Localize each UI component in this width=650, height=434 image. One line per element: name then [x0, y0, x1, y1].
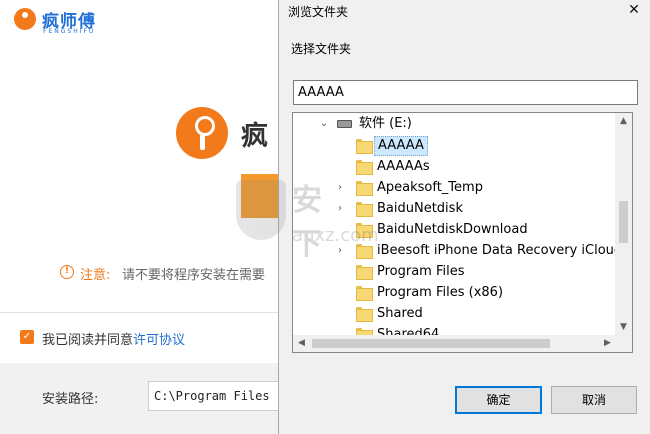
- brand-logo-icon: [14, 8, 36, 30]
- dialog-instruction: 选择文件夹: [291, 42, 352, 56]
- install-path-input[interactable]: C:\Program Files (x86): [148, 381, 279, 411]
- folder-icon: [356, 139, 373, 154]
- drive-icon: [337, 120, 352, 128]
- tree-drive-label: 软件 (E:): [359, 116, 412, 131]
- cancel-button[interactable]: 取消: [551, 386, 637, 414]
- folder-name-input[interactable]: AAAAA: [293, 80, 638, 105]
- tree-item-label: iBeesoft iPhone Data Recovery iCloud Ba: [377, 243, 633, 258]
- warning-label: 注意:: [80, 268, 111, 283]
- tree-item-label: AAAAAs: [377, 159, 430, 174]
- dialog-title: 浏览文件夹: [288, 5, 349, 19]
- ok-button[interactable]: 确定: [455, 386, 542, 414]
- tree-item-label: Shared: [377, 306, 423, 321]
- license-agreement-link[interactable]: 许可协议: [133, 333, 185, 348]
- folder-icon: [356, 202, 373, 217]
- scroll-down-icon[interactable]: ▼: [615, 319, 632, 336]
- folder-icon: [356, 265, 373, 280]
- tree-item-label: AAAAA: [374, 136, 428, 156]
- tree-item-label: Program Files (x86): [377, 285, 504, 300]
- watermark-shield-icon: [236, 180, 286, 240]
- warning-text: 请不要将程序安装在需要: [122, 268, 266, 283]
- agree-text: 我已阅读并同意许可协议: [42, 329, 185, 348]
- brand-subtitle: FENGSHIFU: [43, 28, 96, 35]
- watermark-text-cn: 安下: [292, 183, 322, 262]
- tree-row[interactable]: Program Files (x86): [293, 282, 616, 303]
- scrollbar-corner: [615, 335, 632, 352]
- scroll-right-icon[interactable]: ▶: [599, 335, 616, 352]
- chevron-down-icon[interactable]: ⌄: [318, 113, 330, 134]
- vertical-scrollbar[interactable]: ▲ ▼: [615, 113, 632, 336]
- folder-icon: [356, 181, 373, 196]
- watermark: 安下 anxz.com: [236, 170, 379, 262]
- horizontal-scrollbar[interactable]: ◀ ▶: [293, 335, 616, 352]
- tree-item-label: Program Files: [377, 264, 465, 279]
- folder-icon: [356, 286, 373, 301]
- tree-row[interactable]: Program Files: [293, 261, 616, 282]
- tree-row-selected[interactable]: AAAAA: [293, 135, 616, 156]
- agree-label: 我已阅读并同意: [42, 333, 134, 348]
- scroll-up-icon[interactable]: ▲: [615, 113, 632, 130]
- product-logo-icon: [176, 107, 228, 159]
- scroll-left-icon[interactable]: ◀: [293, 335, 310, 352]
- tree-item-label: Apeaksoft_Temp: [377, 180, 483, 195]
- folder-icon: [356, 307, 373, 322]
- close-icon[interactable]: ✕: [618, 0, 650, 22]
- warning-icon: !: [60, 265, 74, 279]
- tree-row-drive[interactable]: ⌄ 软件 (E:): [293, 113, 616, 134]
- tree-item-label: BaiduNetdiskDownload: [377, 222, 528, 237]
- watermark-text-en: anxz.com: [292, 225, 379, 246]
- folder-icon: [356, 160, 373, 175]
- tree-row[interactable]: Shared: [293, 303, 616, 324]
- scroll-thumb-vertical[interactable]: [619, 201, 628, 243]
- scroll-thumb-horizontal[interactable]: [312, 339, 550, 348]
- install-path-label: 安装路径:: [42, 392, 99, 407]
- agree-checkbox[interactable]: ✓: [20, 330, 34, 344]
- product-title: 疯: [241, 121, 268, 152]
- divider: [0, 312, 279, 313]
- tree-item-label: BaiduNetdisk: [377, 201, 463, 216]
